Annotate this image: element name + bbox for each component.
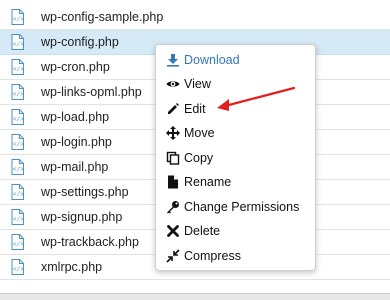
menu-item-compress[interactable]: Compress [166,246,314,266]
svg-text:</>: </> [13,166,24,173]
file-row[interactable]: </> wp-config-sample.php [0,5,390,30]
download-icon [167,54,179,67]
php-file-icon: </> [11,109,24,125]
file-name: wp-config-sample.php [41,10,164,24]
menu-item-copy[interactable]: Copy [166,148,314,168]
svg-text:</>: </> [13,41,24,48]
eye-icon [166,81,180,87]
svg-text:</>: </> [13,116,24,123]
svg-text:</>: </> [13,216,24,223]
menu-item-view[interactable]: View [166,74,314,94]
file-name: wp-cron.php [41,60,110,74]
key-icon [167,201,179,214]
x-icon [167,225,179,237]
file-name: wp-signup.php [41,210,123,224]
file-name: wp-settings.php [41,185,129,199]
php-file-icon: </> [11,84,24,100]
menu-item-edit[interactable]: Edit [166,99,314,119]
svg-text:</>: </> [13,266,24,273]
horizontal-scrollbar[interactable] [0,293,390,300]
php-file-icon: </> [11,9,24,25]
php-file-icon: </> [11,184,24,200]
pencil-icon [168,103,179,114]
svg-text:</>: </> [13,16,24,23]
file-name: wp-mail.php [41,160,109,174]
move-icon [166,126,180,140]
php-file-icon: </> [11,234,24,250]
svg-text:</>: </> [13,91,24,98]
php-file-icon: </> [11,59,24,75]
file-name: wp-config.php [41,35,119,49]
file-name: wp-login.php [41,135,112,149]
svg-text:</>: </> [13,141,24,148]
file-name: xmlrpc.php [41,260,103,274]
file-name: wp-links-opml.php [41,85,142,99]
menu-item-download[interactable]: Download [166,50,314,70]
file-icon [168,175,178,189]
svg-text:</>: </> [13,66,24,73]
php-file-icon: </> [11,259,24,275]
compress-icon [166,249,180,263]
php-file-icon: </> [11,34,24,50]
php-file-icon: </> [11,134,24,150]
file-name: wp-trackback.php [41,235,139,249]
menu-item-rename[interactable]: Rename [166,172,314,192]
php-file-icon: </> [11,159,24,175]
php-file-icon: </> [11,209,24,225]
menu-item-change-permissions[interactable]: Change Permissions [166,197,314,217]
menu-item-delete[interactable]: Delete [166,221,314,241]
svg-text:</>: </> [13,191,24,198]
menu-item-move[interactable]: Move [166,123,314,143]
file-name: wp-load.php [41,110,110,124]
context-menu: Download View Edit Move Copy Rename Chan… [155,44,316,271]
svg-text:</>: </> [13,241,24,248]
copy-icon [166,151,180,165]
